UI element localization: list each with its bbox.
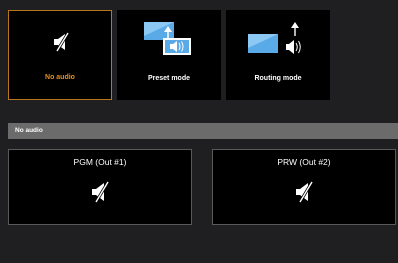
mode-label: Preset mode [147, 75, 191, 82]
output-pgm-panel[interactable]: PGM (Out #1) [8, 149, 192, 225]
muted-speaker-icon [92, 181, 110, 203]
output-title: PGM (Out #1) [73, 157, 127, 167]
section-header-bar: No audio [8, 123, 398, 139]
section-title: No audio [15, 127, 43, 134]
mode-label: Routing mode [254, 75, 302, 82]
mode-tile-routing[interactable]: Routing mode [226, 10, 330, 100]
mode-tile-preset[interactable]: Preset mode [117, 10, 221, 100]
mode-tile-no-audio[interactable]: No audio [8, 10, 112, 100]
mode-label: No audio [45, 74, 75, 81]
output-prw-panel[interactable]: PRW (Out #2) [212, 149, 396, 225]
preset-mode-icon [144, 22, 191, 55]
muted-speaker-icon [54, 32, 70, 52]
output-title: PRW (Out #2) [277, 157, 331, 167]
muted-speaker-icon [296, 181, 314, 203]
routing-mode-icon [248, 22, 301, 54]
